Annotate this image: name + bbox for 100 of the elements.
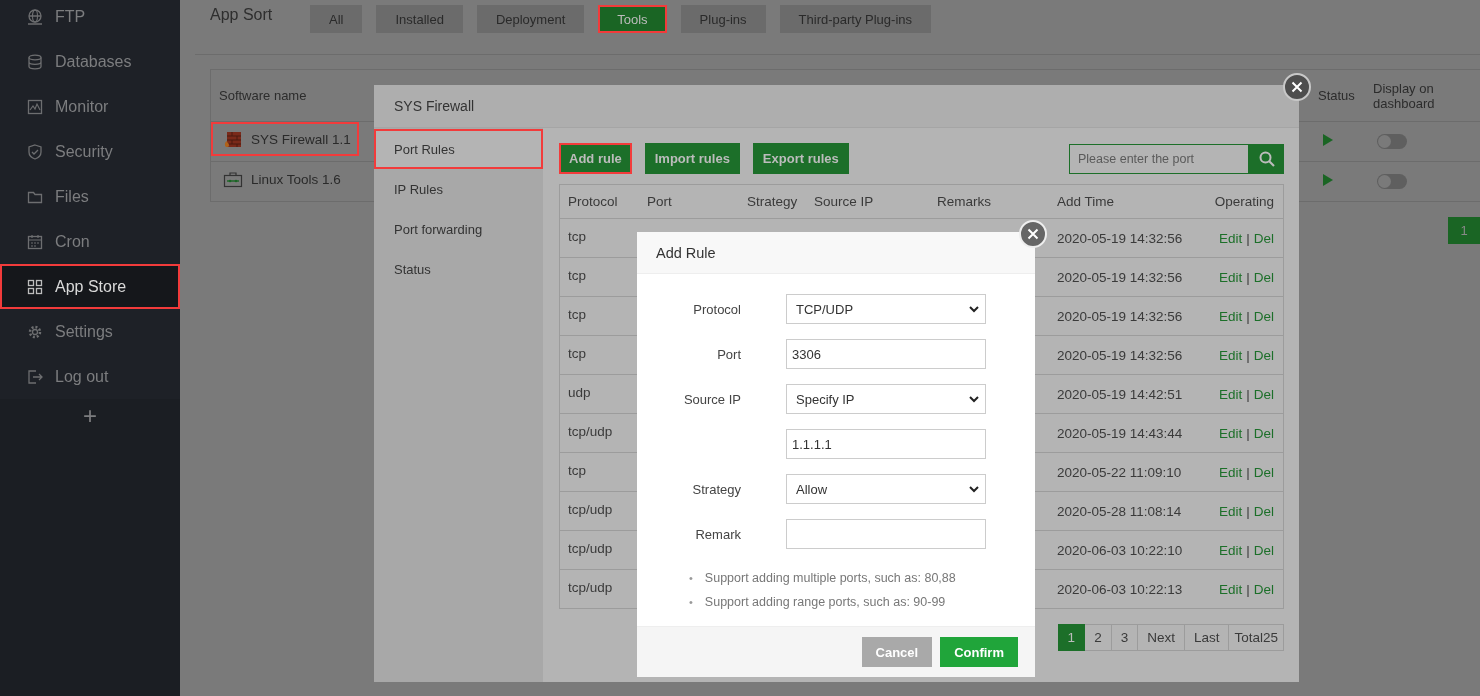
field-label: Remark: [694, 526, 741, 542]
action-link[interactable]: Del: [1253, 269, 1274, 285]
sidebar-item[interactable]: Databases: [0, 39, 180, 84]
sidebar-item[interactable]: Cron: [0, 219, 180, 264]
confirm-button[interactable]: Confirm: [940, 637, 1018, 667]
dialog-tab[interactable]: Port forwarding: [374, 209, 543, 249]
dialog-tab[interactable]: IP Rules: [374, 169, 543, 209]
calendar-icon: [27, 233, 43, 250]
action-link[interactable]: Del: [1253, 308, 1274, 324]
action-link[interactable]: Del: [1253, 425, 1274, 441]
shield-icon: [27, 143, 43, 160]
chart-icon: [27, 98, 43, 115]
close-button[interactable]: [1283, 73, 1311, 101]
action-link[interactable]: Del: [1253, 347, 1274, 363]
table-cell-text: 2020-05-19 14:43:44: [1056, 425, 1184, 441]
page-button[interactable]: 3: [1111, 624, 1139, 651]
toolbox-icon: [223, 170, 243, 188]
bullet: •: [689, 595, 693, 609]
sidebar-item[interactable]: App Store: [0, 264, 180, 309]
category-tab[interactable]: Third-party Plug-ins: [779, 5, 931, 33]
sidebar-item[interactable]: Files: [0, 174, 180, 219]
action-link[interactable]: Del: [1253, 386, 1274, 402]
action-link[interactable]: Edit: [1218, 425, 1243, 441]
page-button[interactable]: Last: [1184, 624, 1230, 651]
category-tab[interactable]: Plug-ins: [680, 5, 766, 33]
dialog-tab[interactable]: Port Rules: [374, 129, 543, 169]
gear-icon: [27, 323, 43, 340]
column-header: Strategy: [746, 194, 799, 209]
toggle-switch[interactable]: [1377, 134, 1407, 149]
action-link[interactable]: Edit: [1218, 230, 1243, 246]
page-button[interactable]: 2: [1085, 624, 1112, 651]
dropdown[interactable]: Allow: [786, 474, 986, 504]
dropdown[interactable]: Specify IP: [786, 384, 986, 414]
input-field[interactable]: 1.1.1.1: [786, 429, 986, 459]
table-cell-text: udp: [567, 384, 592, 400]
action-link[interactable]: Del: [1253, 503, 1274, 519]
software-name[interactable]: SYS Firewall 1.1: [211, 122, 359, 156]
category-tab[interactable]: Installed: [376, 5, 463, 33]
dialog-title: Add Rule: [637, 232, 1035, 274]
separator: |: [1246, 386, 1250, 402]
category-tab[interactable]: All: [310, 5, 363, 33]
input-field[interactable]: [786, 519, 986, 549]
table-cell-text: 2020-05-19 14:32:56: [1056, 269, 1184, 285]
column-header: Port: [646, 194, 673, 209]
software-name[interactable]: Linux Tools 1.6: [211, 162, 349, 196]
sidebar-item[interactable]: Monitor: [0, 84, 180, 129]
action-link[interactable]: Edit: [1218, 464, 1243, 480]
hint-text: Support adding multiple ports, such as: 80,88: [704, 570, 956, 586]
page-button[interactable]: 1: [1057, 624, 1086, 651]
action-link[interactable]: Del: [1253, 464, 1274, 480]
table-cell-text: 2020-06-03 10:22:10: [1056, 542, 1184, 558]
page-button[interactable]: 1: [1448, 217, 1480, 244]
field-label: Source IP: [682, 391, 741, 407]
dialog-tab[interactable]: Status: [374, 249, 543, 289]
sidebar-item[interactable]: Settings: [0, 309, 180, 354]
column-header: Protocol: [567, 194, 619, 209]
separator: |: [1246, 581, 1250, 597]
toolbar-button[interactable]: Import rules: [644, 143, 740, 174]
separator: |: [1246, 269, 1250, 285]
action-link[interactable]: Edit: [1218, 269, 1243, 285]
input-field[interactable]: 3306: [786, 339, 986, 369]
close-icon: [1291, 81, 1303, 93]
separator: |: [1246, 425, 1250, 441]
table-cell-text: tcp: [567, 306, 587, 322]
action-link[interactable]: Del: [1253, 230, 1274, 246]
table-cell-text: tcp: [567, 228, 587, 244]
category-tab[interactable]: Tools: [598, 5, 667, 33]
search-field[interactable]: Please enter the port: [1069, 143, 1249, 174]
field-label: Port: [716, 346, 741, 362]
page-button[interactable]: Next: [1138, 624, 1185, 651]
table-cell-text: tcp: [567, 345, 587, 361]
action-link[interactable]: Edit: [1218, 386, 1243, 402]
action-link[interactable]: Edit: [1218, 503, 1243, 519]
table-cell-text: tcp: [567, 267, 587, 283]
action-link[interactable]: Del: [1253, 542, 1274, 558]
column-header: Software name: [218, 88, 308, 103]
action-link[interactable]: Edit: [1218, 308, 1243, 324]
column-header: Add Time: [1056, 194, 1116, 209]
action-link[interactable]: Del: [1253, 581, 1274, 597]
add-button[interactable]: +: [77, 401, 103, 431]
toolbar-button[interactable]: Add rule: [559, 143, 632, 174]
table-cell-text: 2020-05-22 11:09:10: [1056, 464, 1183, 480]
category-tab[interactable]: Deployment: [476, 5, 585, 33]
separator: |: [1246, 542, 1250, 558]
sidebar-item[interactable]: FTP: [0, 0, 180, 39]
toggle-switch[interactable]: [1377, 174, 1407, 189]
chevron-down-icon: [969, 305, 979, 313]
table-cell-text: tcp/udp: [567, 540, 614, 556]
sidebar-item[interactable]: Log out: [0, 354, 180, 399]
action-link[interactable]: Edit: [1218, 581, 1243, 597]
sidebar-item[interactable]: Security: [0, 129, 180, 174]
separator: |: [1246, 503, 1250, 519]
action-link[interactable]: Edit: [1218, 542, 1243, 558]
bullet: •: [689, 571, 693, 585]
action-link[interactable]: Edit: [1218, 347, 1243, 363]
column-header: Display on dashboard: [1372, 80, 1436, 111]
dropdown[interactable]: TCP/UDP: [786, 294, 986, 324]
logout-icon: [27, 368, 43, 385]
search-button[interactable]: [1249, 143, 1284, 174]
toolbar-button[interactable]: Export rules: [752, 143, 849, 174]
